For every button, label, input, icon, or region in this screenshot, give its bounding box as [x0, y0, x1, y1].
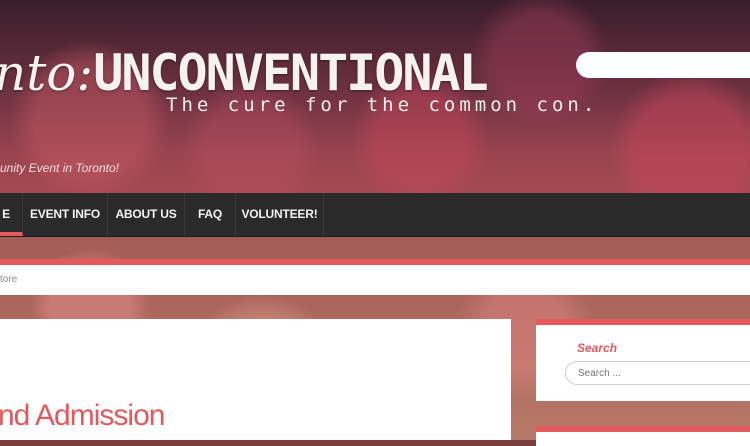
- site-tagline: The cure for the common con.: [166, 94, 599, 116]
- search-widget-title: Search: [577, 341, 618, 355]
- breadcrumb: tore: [0, 259, 750, 295]
- site-description: unity Event in Toronto!: [0, 161, 119, 175]
- nav-item-event-info[interactable]: EVENT INFO: [23, 193, 108, 236]
- site-header: nto:UNCONVENTIONAL The cure for the comm…: [0, 0, 750, 193]
- nav-item-faq[interactable]: FAQ: [185, 193, 236, 236]
- nav-item-about-us[interactable]: ABOUT US: [108, 193, 185, 236]
- header-search-field[interactable]: [576, 52, 750, 78]
- nav-item-volunteer[interactable]: VOLUNTEER!: [236, 193, 324, 236]
- main-content: nd Admission: [0, 319, 511, 440]
- page-title: nd Admission: [0, 399, 165, 432]
- nav-item-home[interactable]: E: [0, 193, 23, 236]
- sidebar-search-widget: Search: [536, 319, 750, 401]
- breadcrumb-text[interactable]: tore: [0, 274, 17, 285]
- main-navigation: E EVENT INFO ABOUT US FAQ VOLUNTEER!: [0, 193, 750, 237]
- sidebar-search-input[interactable]: [565, 361, 750, 385]
- sidebar-widget: [536, 426, 750, 446]
- logo-prefix: nto:: [0, 44, 94, 102]
